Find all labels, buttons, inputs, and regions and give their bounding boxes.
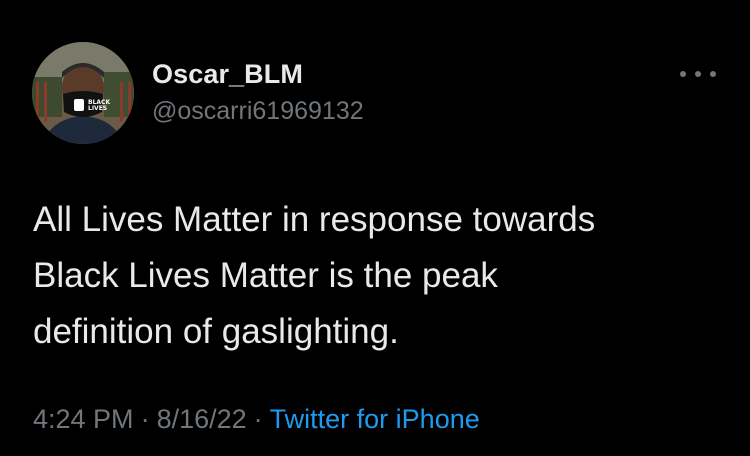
tweet-time[interactable]: 4:24 PM — [33, 404, 134, 434]
tweet-text-line: Black Lives Matter is the peak — [33, 256, 498, 295]
tweet-text: All Lives Matter in response towards Bla… — [33, 192, 733, 360]
tweet-date[interactable]: 8/16/22 — [157, 404, 247, 434]
separator: · — [253, 404, 263, 434]
display-name[interactable]: Oscar_BLM — [152, 59, 303, 90]
dot — [680, 71, 686, 77]
svg-text:LIVES: LIVES — [88, 105, 107, 112]
dot — [710, 71, 716, 77]
more-options-icon[interactable] — [680, 66, 716, 82]
tweet-source-link[interactable]: Twitter for iPhone — [270, 404, 480, 434]
avatar[interactable]: BLACK LIVES — [32, 42, 134, 144]
tweet-text-line: definition of gaslighting. — [33, 312, 399, 351]
separator: · — [140, 404, 150, 434]
avatar-image: BLACK LIVES — [32, 42, 134, 144]
tweet: BLACK LIVES Oscar_BLM @oscarri61969132 A… — [0, 0, 750, 456]
tweet-text-line: All Lives Matter in response towards — [33, 200, 596, 239]
dot — [695, 71, 701, 77]
user-handle[interactable]: @oscarri61969132 — [152, 97, 364, 126]
tweet-meta: 4:24 PM · 8/16/22 · Twitter for iPhone — [33, 404, 480, 435]
